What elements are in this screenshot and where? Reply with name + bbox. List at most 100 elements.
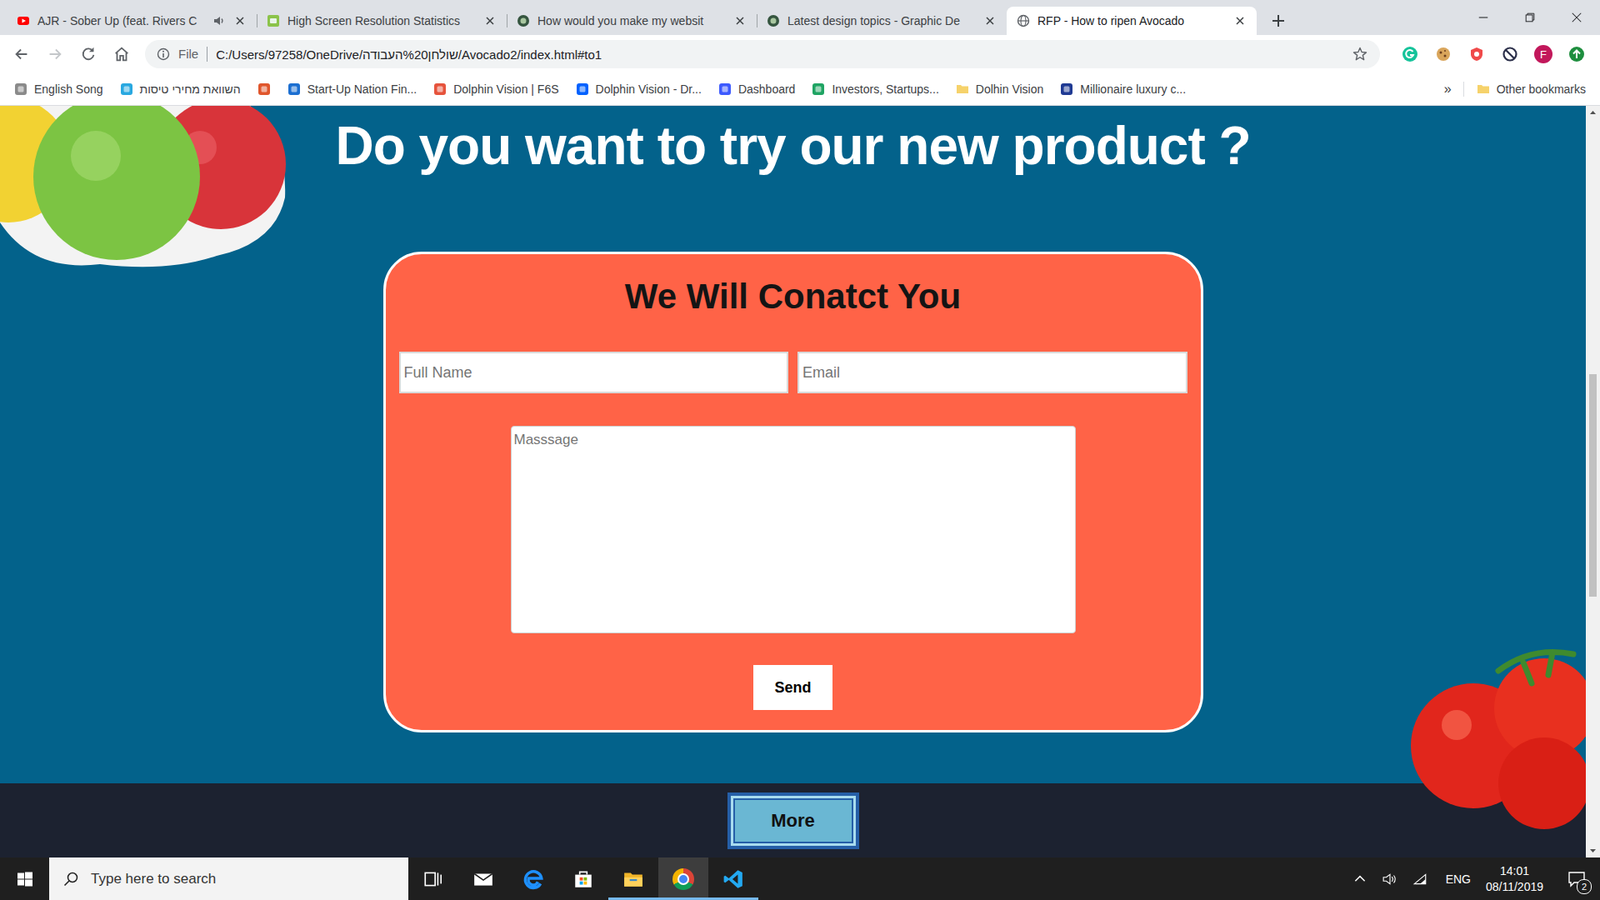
web-page: Do you want to try our new product ?We W… xyxy=(0,105,1600,858)
chevron-up-icon[interactable] xyxy=(1352,871,1368,887)
blocker-extension[interactable] xyxy=(1495,39,1525,70)
wifi-icon[interactable] xyxy=(1412,871,1428,887)
input-language[interactable]: ENG xyxy=(1445,872,1471,886)
reload-button[interactable] xyxy=(73,39,104,70)
bookmark-label: Dolphin Vision - Dr... xyxy=(595,82,702,96)
bookmarks-overflow[interactable]: » xyxy=(1439,80,1457,99)
reload-icon xyxy=(79,45,98,64)
page-scrollbar[interactable] xyxy=(1585,105,1600,858)
bookmark[interactable] xyxy=(251,79,277,100)
home-icon xyxy=(112,45,131,64)
favicon-icon xyxy=(257,82,271,96)
page-content: Do you want to try our new product ?We W… xyxy=(0,105,1586,858)
start-button[interactable] xyxy=(0,857,50,900)
tab-title: Latest design topics - Graphic De xyxy=(787,14,976,28)
taskbar-search[interactable]: Type here to search xyxy=(49,857,409,900)
scroll-up-icon[interactable] xyxy=(1585,105,1600,120)
bookmark[interactable]: השוואת מחירי טיסות xyxy=(114,79,247,100)
browser-tab[interactable]: RFP - How to ripen Avocado xyxy=(1006,6,1257,35)
send-button[interactable]: Send xyxy=(753,665,833,710)
text-field[interactable] xyxy=(399,351,790,394)
bookmark-label: Millionaire luxury c... xyxy=(1080,82,1186,96)
browser-tab[interactable]: AJR - Sober Up (feat. Rivers C xyxy=(6,6,257,35)
text-field[interactable] xyxy=(797,351,1188,394)
update-button[interactable] xyxy=(1561,39,1592,70)
browser-tab[interactable]: Latest design topics - Graphic De xyxy=(756,6,1007,35)
message-field[interactable] xyxy=(510,425,1076,634)
close-icon xyxy=(1570,11,1583,24)
browser-tab[interactable]: High Screen Resolution Statistics xyxy=(256,6,507,35)
tomatoes-photo xyxy=(1406,637,1586,830)
close-icon[interactable] xyxy=(983,14,997,28)
bookmark[interactable]: Dashboard xyxy=(712,79,802,100)
speaker-icon[interactable] xyxy=(212,14,226,28)
taskbar-app[interactable] xyxy=(708,857,759,900)
mail-icon xyxy=(472,868,495,890)
more-button[interactable]: More xyxy=(727,792,860,850)
taskbar-app[interactable] xyxy=(558,857,609,900)
volume-icon[interactable] xyxy=(1382,871,1398,887)
bookmark[interactable]: Dolphin Vision | F6S xyxy=(427,79,565,100)
search-placeholder: Type here to search xyxy=(90,870,216,888)
taskbar-app[interactable] xyxy=(608,857,659,900)
home-button[interactable] xyxy=(106,39,137,70)
close-icon[interactable] xyxy=(233,14,247,28)
clock-time: 14:01 xyxy=(1500,863,1530,880)
favicon-icon xyxy=(14,82,28,96)
close-window-button[interactable] xyxy=(1553,0,1600,35)
other-bookmarks[interactable]: Other bookmarks xyxy=(1470,79,1592,100)
action-center-button[interactable]: 2 xyxy=(1560,862,1594,896)
bookmarks-right: » Other bookmarks xyxy=(1439,79,1592,100)
browser-tab[interactable]: How would you make my websit xyxy=(506,6,757,35)
restore-icon xyxy=(1524,11,1536,24)
cookie-extension[interactable] xyxy=(1428,39,1459,70)
plus-icon[interactable] xyxy=(1268,10,1289,31)
contact-form: We Will Conatct You Send xyxy=(383,251,1204,733)
scroll-down-icon[interactable] xyxy=(1585,843,1600,858)
favicon-icon xyxy=(433,82,447,96)
shield-extension[interactable] xyxy=(1461,39,1492,70)
scroll-thumb[interactable] xyxy=(1589,374,1597,597)
address-bar[interactable]: File C:/Users/97258/OneDrive/שולחן%20העבו… xyxy=(145,40,1380,69)
windows-logo-icon xyxy=(16,870,34,888)
forward-button[interactable] xyxy=(40,39,70,70)
bookmark[interactable]: Millionaire luxury c... xyxy=(1054,79,1192,100)
info-icon[interactable] xyxy=(156,47,170,61)
taskbar-app[interactable] xyxy=(658,857,709,900)
clock[interactable]: 14:0108/11/2019 xyxy=(1485,863,1544,895)
shield-icon xyxy=(1468,45,1485,63)
bookmark[interactable]: Dolhin Vision xyxy=(950,79,1050,100)
taskbar-app[interactable] xyxy=(408,857,459,900)
favicon-icon xyxy=(718,82,732,96)
back-arrow-icon xyxy=(12,45,31,64)
form-title: We Will Conatct You xyxy=(625,274,961,320)
close-icon[interactable] xyxy=(733,14,747,28)
url-scheme: File xyxy=(178,46,208,62)
url-text: C:/Users/97258/OneDrive/שולחן%20העבודה/A… xyxy=(215,47,1344,62)
taskbar-app[interactable] xyxy=(458,857,509,900)
clock-date: 08/11/2019 xyxy=(1485,879,1544,895)
scroll-track[interactable] xyxy=(1585,120,1600,844)
minimize-button[interactable] xyxy=(1460,0,1507,35)
chrome-core xyxy=(677,873,690,885)
youtube-icon xyxy=(16,14,30,28)
taskbar-app[interactable] xyxy=(508,857,559,900)
grammarly-extension[interactable] xyxy=(1395,39,1425,70)
tab-title: AJR - Sober Up (feat. Rivers C xyxy=(37,14,205,28)
tab-title: High Screen Resolution Statistics xyxy=(287,14,476,28)
bookmark-label: Start-Up Nation Fin... xyxy=(307,82,418,96)
bookmark[interactable]: English Song xyxy=(8,79,110,100)
tab-strip: AJR - Sober Up (feat. Rivers C High Scree… xyxy=(0,0,1600,35)
bookmark[interactable]: Start-Up Nation Fin... xyxy=(281,79,424,100)
bookmark[interactable]: Dolphin Vision - Dr... xyxy=(570,79,708,100)
back-button[interactable] xyxy=(6,39,37,70)
star-icon[interactable] xyxy=(1351,45,1369,63)
restore-button[interactable] xyxy=(1506,0,1554,35)
close-icon[interactable] xyxy=(1233,14,1247,28)
favicon-icon xyxy=(287,82,301,96)
bookmark-label: Dashboard xyxy=(738,82,796,96)
profile-avatar[interactable]: F xyxy=(1534,45,1553,64)
bookmark[interactable]: Investors, Startups... xyxy=(805,79,945,100)
close-icon[interactable] xyxy=(483,14,497,28)
bookmarks-bar: English Songהשוואת מחירי טיסות Start-Up N… xyxy=(0,73,1600,106)
